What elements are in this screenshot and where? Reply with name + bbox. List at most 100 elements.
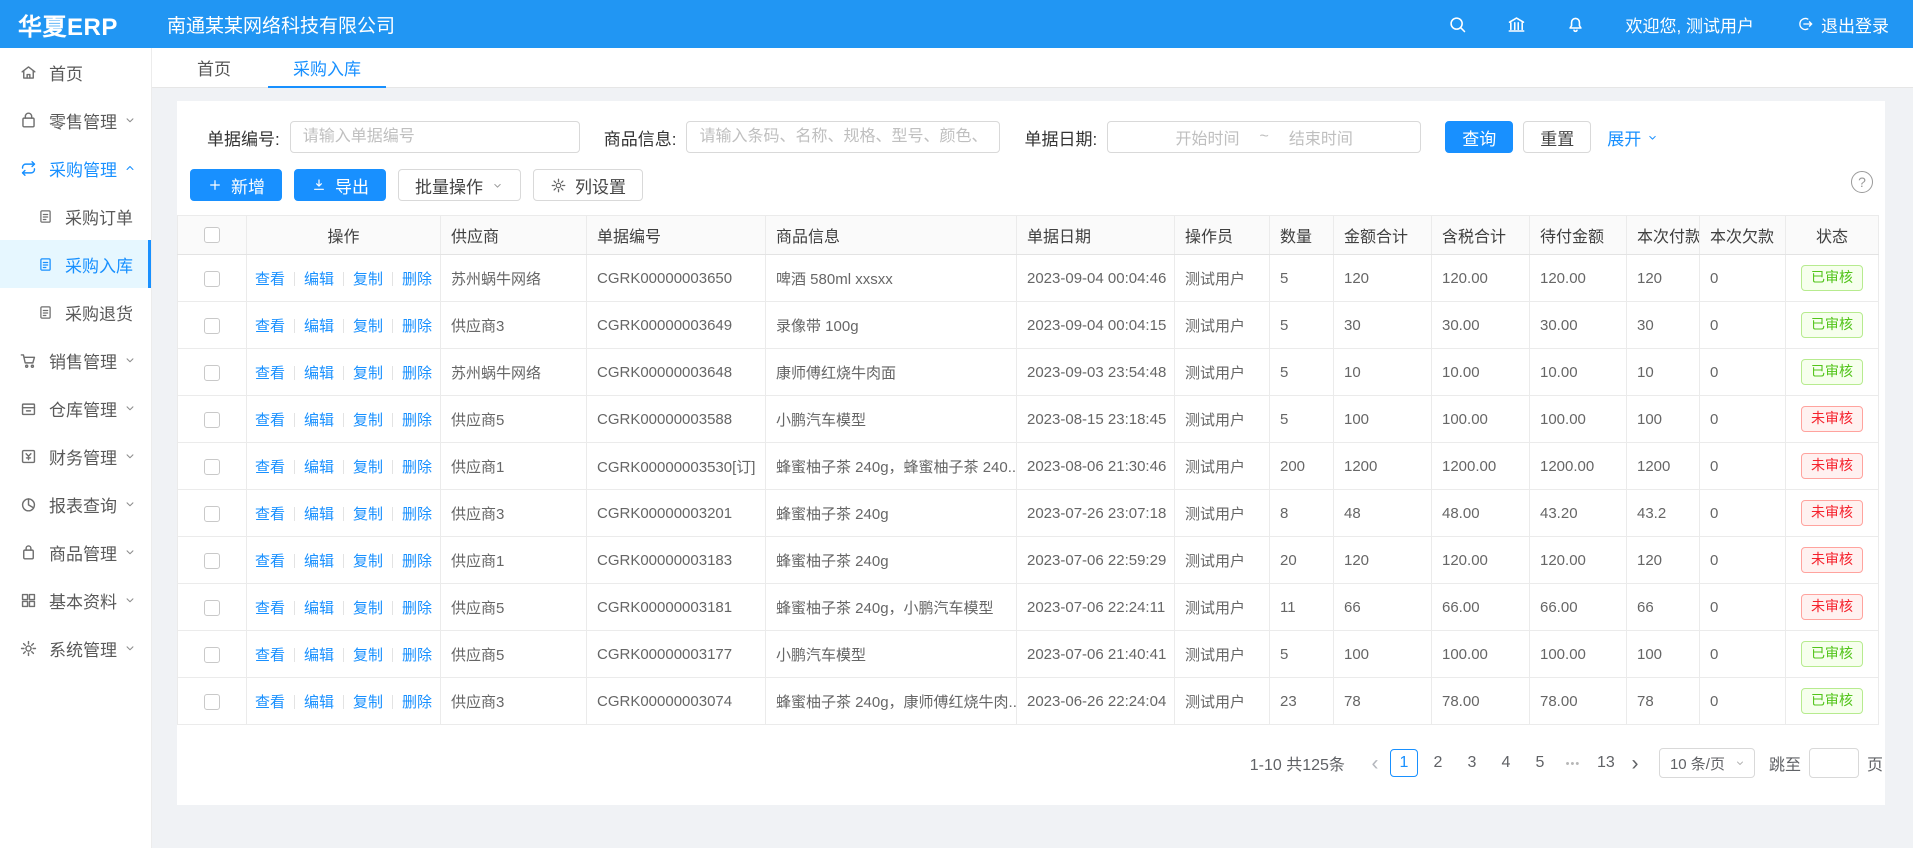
- row-action-edit[interactable]: 编辑: [304, 318, 334, 335]
- row-action-view[interactable]: 查看: [255, 412, 285, 429]
- row-action-delete[interactable]: 删除: [402, 600, 432, 617]
- sidebar-item-purchase-return[interactable]: 采购退货: [0, 288, 151, 336]
- row-action-view[interactable]: 查看: [255, 553, 285, 570]
- select-all-checkbox[interactable]: [204, 227, 220, 243]
- row-checkbox[interactable]: [204, 459, 220, 475]
- search-icon[interactable]: [1447, 14, 1468, 35]
- row-checkbox[interactable]: [204, 412, 220, 428]
- batch-actions-button[interactable]: 批量操作: [398, 169, 521, 201]
- row-action-copy[interactable]: 复制: [353, 318, 383, 335]
- sidebar-item-home[interactable]: 首页: [0, 48, 151, 96]
- row-action-edit[interactable]: 编辑: [304, 600, 334, 617]
- topbar-actions: 欢迎您, 测试用户 退出登录: [1409, 12, 1913, 37]
- page-button-4[interactable]: 4: [1492, 749, 1520, 777]
- row-action-view[interactable]: 查看: [255, 647, 285, 664]
- row-action-edit[interactable]: 编辑: [304, 365, 334, 382]
- sidebar-item-sales[interactable]: 销售管理: [0, 336, 151, 384]
- row-action-copy[interactable]: 复制: [353, 694, 383, 711]
- bell-icon[interactable]: [1565, 14, 1586, 35]
- row-action-edit[interactable]: 编辑: [304, 647, 334, 664]
- column-settings-button[interactable]: 列设置: [533, 169, 643, 201]
- help-icon[interactable]: ?: [1851, 171, 1873, 193]
- page-button-1[interactable]: 1: [1390, 749, 1418, 777]
- row-action-edit[interactable]: 编辑: [304, 694, 334, 711]
- purchase-inbound-panel: 单据编号: 商品信息: 单据日期: 开始时间 ~ 结束时间: [177, 101, 1885, 805]
- sidebar-item-system[interactable]: 系统管理: [0, 624, 151, 672]
- row-action-delete[interactable]: 删除: [402, 506, 432, 523]
- page-button-13[interactable]: 13: [1592, 749, 1620, 777]
- page-button-5[interactable]: 5: [1526, 749, 1554, 777]
- row-action-delete[interactable]: 删除: [402, 271, 432, 288]
- add-button[interactable]: 新增: [190, 169, 282, 201]
- page-button-3[interactable]: 3: [1458, 749, 1486, 777]
- sidebar-item-purchase[interactable]: 采购管理: [0, 144, 151, 192]
- row-action-view[interactable]: 查看: [255, 365, 285, 382]
- export-button[interactable]: 导出: [294, 169, 386, 201]
- row-action-delete[interactable]: 删除: [402, 365, 432, 382]
- tab-home[interactable]: 首页: [172, 48, 256, 87]
- row-action-delete[interactable]: 删除: [402, 318, 432, 335]
- sidebar-item-purchase-order[interactable]: 采购订单: [0, 192, 151, 240]
- row-action-copy[interactable]: 复制: [353, 271, 383, 288]
- row-checkbox[interactable]: [204, 600, 220, 616]
- cell-operator: 测试用户: [1175, 537, 1270, 584]
- cell-due: 66.00: [1530, 584, 1627, 631]
- date-range-input[interactable]: 开始时间 ~ 结束时间: [1107, 121, 1421, 153]
- jump-page-input[interactable]: [1809, 748, 1859, 778]
- row-action-copy[interactable]: 复制: [353, 365, 383, 382]
- row-action-copy[interactable]: 复制: [353, 412, 383, 429]
- row-checkbox[interactable]: [204, 271, 220, 287]
- bill-no-input[interactable]: [290, 121, 580, 153]
- sidebar-item-basicdata[interactable]: 基本资料: [0, 576, 151, 624]
- cell-paid: 1200: [1627, 443, 1700, 490]
- row-checkbox[interactable]: [204, 318, 220, 334]
- expand-link[interactable]: 展开: [1607, 125, 1659, 150]
- sidebar-item-retail[interactable]: 零售管理: [0, 96, 151, 144]
- prev-page-button[interactable]: ‹: [1363, 753, 1387, 774]
- sidebar-item-warehouse[interactable]: 仓库管理: [0, 384, 151, 432]
- row-action-delete[interactable]: 删除: [402, 553, 432, 570]
- row-action-view[interactable]: 查看: [255, 459, 285, 476]
- row-action-delete[interactable]: 删除: [402, 412, 432, 429]
- page-button-2[interactable]: 2: [1424, 749, 1452, 777]
- cell-debt: 0: [1700, 490, 1786, 537]
- row-action-copy[interactable]: 复制: [353, 647, 383, 664]
- reset-button[interactable]: 重置: [1523, 121, 1591, 153]
- sidebar-item-reports[interactable]: 报表查询: [0, 480, 151, 528]
- search-button[interactable]: 查询: [1445, 121, 1513, 153]
- logout-button[interactable]: 退出登录: [1796, 12, 1889, 37]
- row-action-copy[interactable]: 复制: [353, 553, 383, 570]
- row-checkbox[interactable]: [204, 506, 220, 522]
- next-page-button[interactable]: ›: [1623, 753, 1647, 774]
- row-action-view[interactable]: 查看: [255, 694, 285, 711]
- row-action-view[interactable]: 查看: [255, 600, 285, 617]
- row-checkbox[interactable]: [204, 694, 220, 710]
- sidebar-item-finance[interactable]: 财务管理: [0, 432, 151, 480]
- row-action-edit[interactable]: 编辑: [304, 506, 334, 523]
- row-action-delete[interactable]: 删除: [402, 647, 432, 664]
- cell-operator: 测试用户: [1175, 443, 1270, 490]
- row-action-edit[interactable]: 编辑: [304, 412, 334, 429]
- row-action-edit[interactable]: 编辑: [304, 459, 334, 476]
- row-action-view[interactable]: 查看: [255, 271, 285, 288]
- row-action-copy[interactable]: 复制: [353, 600, 383, 617]
- sidebar-item-purchase-inbound[interactable]: 采购入库: [0, 240, 151, 288]
- bank-icon[interactable]: [1506, 14, 1527, 35]
- row-checkbox[interactable]: [204, 647, 220, 663]
- row-action-delete[interactable]: 删除: [402, 694, 432, 711]
- row-checkbox[interactable]: [204, 365, 220, 381]
- row-action-copy[interactable]: 复制: [353, 506, 383, 523]
- row-action-edit[interactable]: 编辑: [304, 271, 334, 288]
- page-size-select[interactable]: 10 条/页: [1659, 748, 1755, 778]
- row-action-view[interactable]: 查看: [255, 318, 285, 335]
- cell-supplier: 供应商3: [441, 678, 587, 725]
- material-input[interactable]: [686, 121, 1000, 153]
- row-action-delete[interactable]: 删除: [402, 459, 432, 476]
- column-header: 待付金额: [1530, 216, 1627, 255]
- row-action-edit[interactable]: 编辑: [304, 553, 334, 570]
- row-action-copy[interactable]: 复制: [353, 459, 383, 476]
- tab-purchase-inbound[interactable]: 采购入库: [268, 48, 386, 87]
- row-action-view[interactable]: 查看: [255, 506, 285, 523]
- row-checkbox[interactable]: [204, 553, 220, 569]
- sidebar-item-goods[interactable]: 商品管理: [0, 528, 151, 576]
